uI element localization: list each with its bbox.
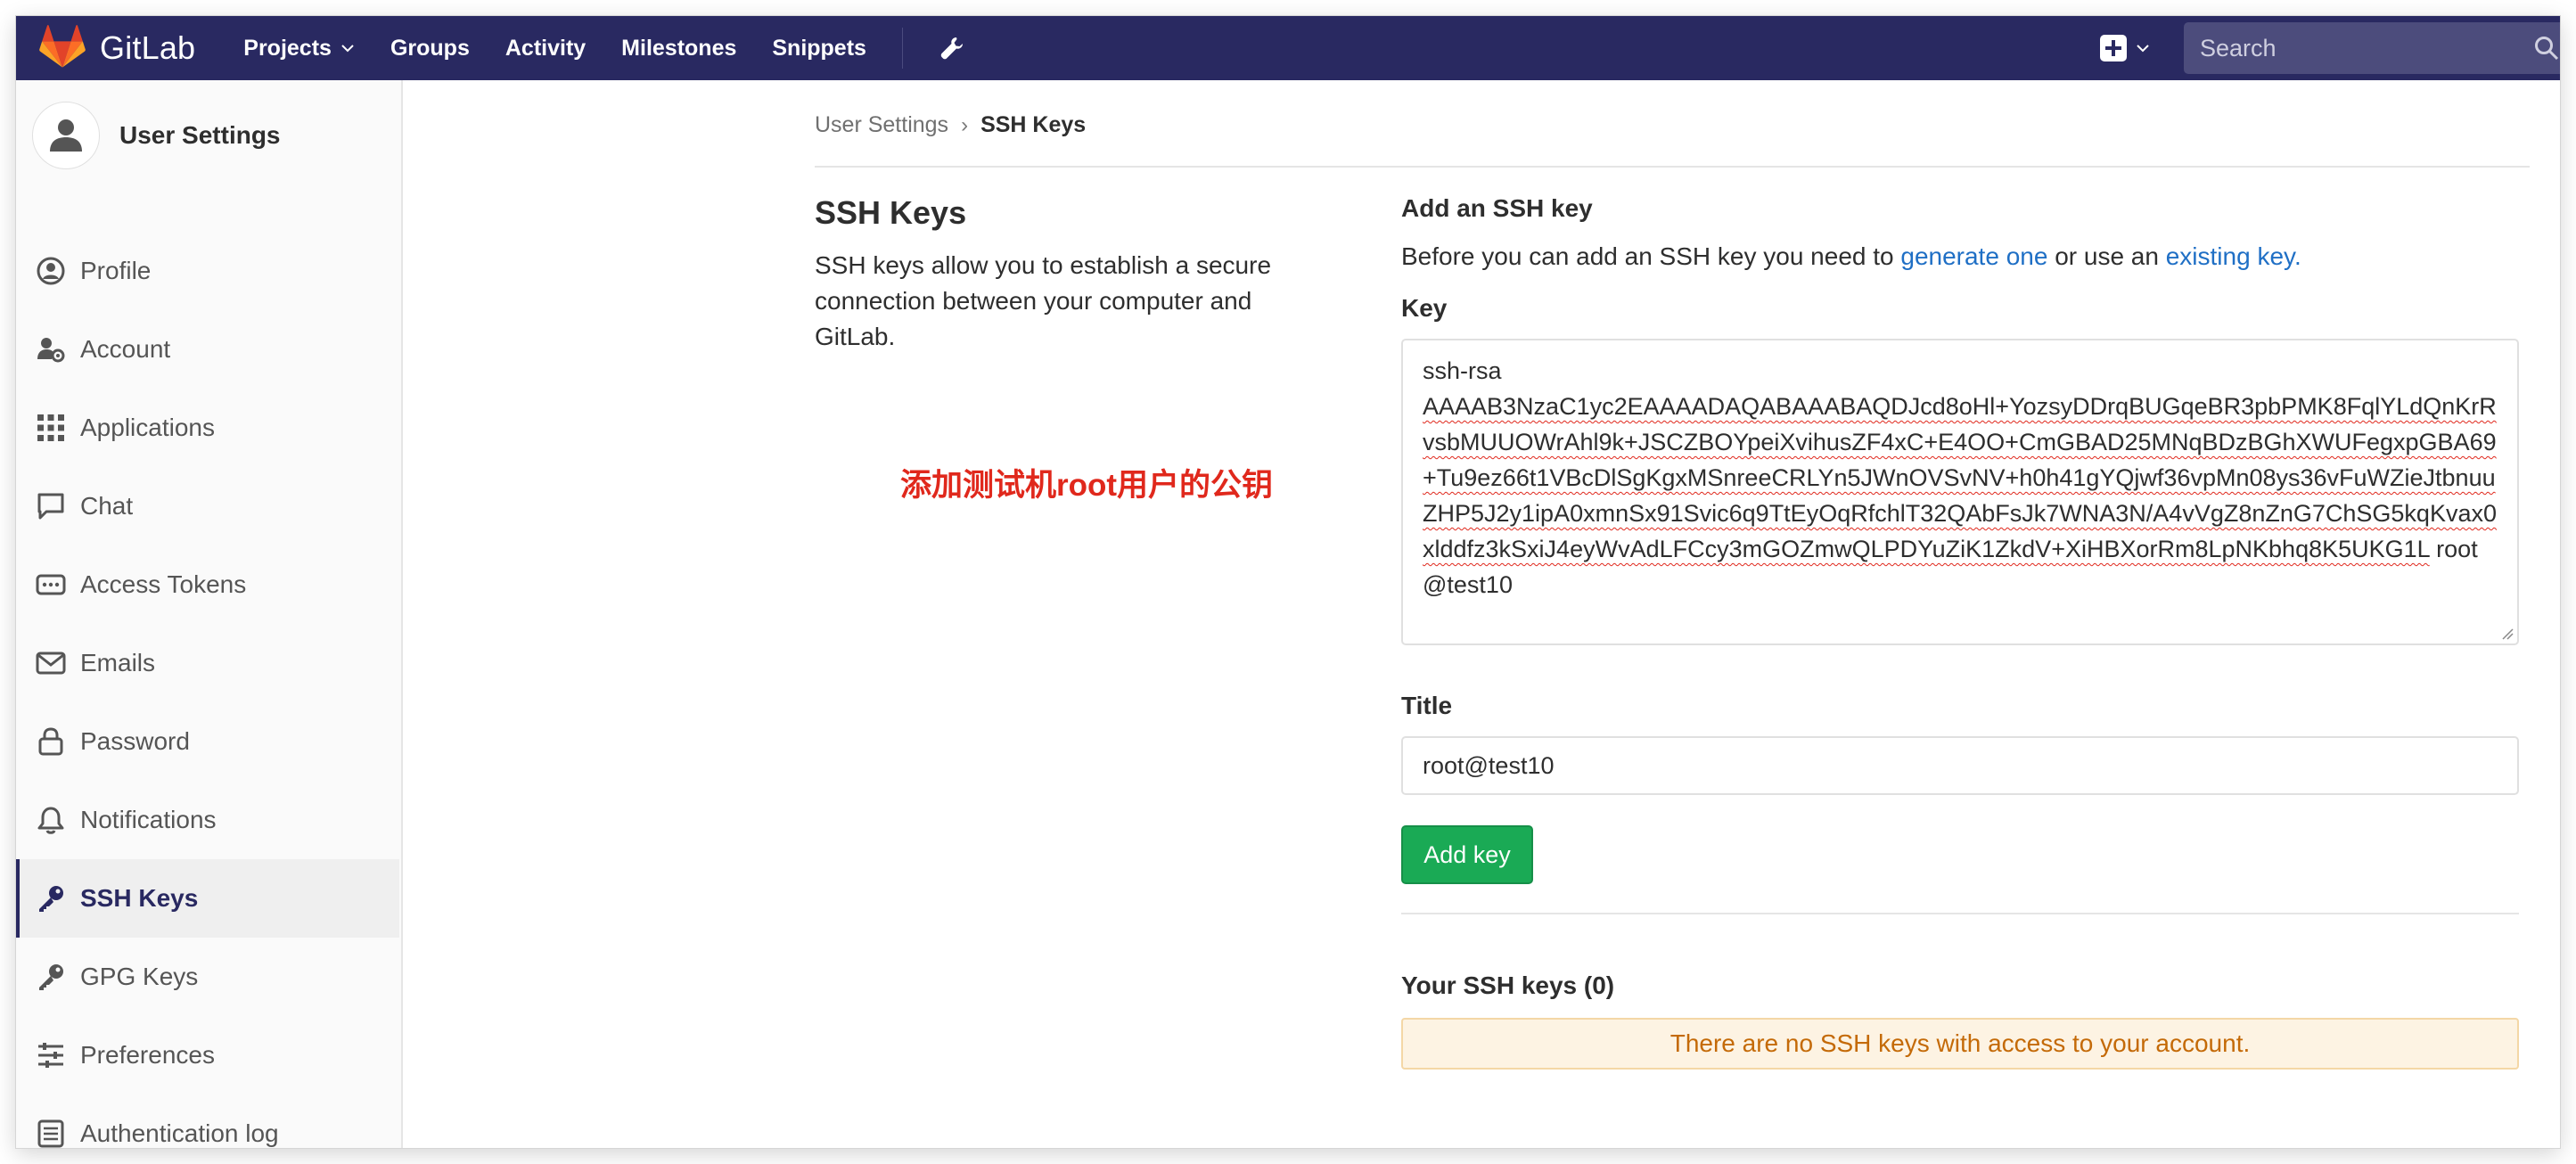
- sidebar-item-label: Preferences: [80, 1041, 215, 1069]
- navbar-right: Search: [2100, 16, 2560, 80]
- sidebar-item-label: Notifications: [80, 806, 217, 833]
- access-tokens-icon: [36, 574, 66, 595]
- sidebar-item-label: Access Tokens: [80, 570, 247, 598]
- breadcrumb-current[interactable]: SSH Keys: [980, 112, 1086, 138]
- search-input[interactable]: Search: [2184, 22, 2560, 74]
- plus-icon: [2100, 35, 2127, 61]
- sidebar-item-label: GPG Keys: [80, 963, 199, 990]
- sidebar-item-label: Account: [80, 335, 171, 363]
- avatar: [32, 102, 100, 169]
- browser-window: GitLab Projects Groups Activity Mileston…: [16, 16, 2560, 1148]
- key-textarea[interactable]: ssh-rsa AAAAB3NzaC1yc2EAAAADAQABAAABAQDJ…: [1401, 339, 2519, 645]
- nav-activity[interactable]: Activity: [505, 36, 586, 61]
- sidebar-item-label: Applications: [80, 414, 215, 441]
- add-ssh-key-heading: Add an SSH key: [1401, 194, 1593, 222]
- lock-icon: [38, 727, 63, 756]
- search-placeholder: Search: [2200, 34, 2277, 61]
- sidebar-item-applications[interactable]: Applications: [16, 389, 399, 467]
- desc-prefix: Before you can add an SSH key you need t…: [1401, 242, 1901, 270]
- profile-icon: [37, 257, 65, 285]
- chevron-down-icon: [341, 45, 354, 53]
- applications-icon: [37, 414, 64, 441]
- main-nav: Projects Groups Activity Milestones Snip…: [243, 28, 965, 69]
- sidebar-item-label: Password: [80, 727, 190, 755]
- desc-middle: or use an: [2047, 242, 2166, 270]
- key-body-text: AAAAB3NzaC1yc2EAAAADAQABAAABAQDJcd8oHl+Y…: [1423, 393, 2497, 562]
- key-icon: [39, 886, 63, 912]
- section-description: SSH keys allow you to establish a secure…: [815, 251, 1272, 350]
- bell-icon: [37, 807, 64, 834]
- nav-projects[interactable]: Projects: [243, 36, 355, 61]
- settings-sidebar: User Settings Profile Account Applicatio…: [16, 80, 403, 1148]
- title-field[interactable]: [1401, 736, 2519, 795]
- key-icon: [39, 964, 63, 990]
- sidebar-item-authentication-log[interactable]: Authentication log: [16, 1094, 399, 1148]
- sidebar-item-profile[interactable]: Profile: [16, 232, 399, 310]
- title-label: Title: [1401, 692, 1453, 719]
- add-ssh-key-description: Before you can add an SSH key you need t…: [1401, 242, 2301, 271]
- nav-divider: [901, 28, 903, 69]
- sidebar-item-notifications[interactable]: Notifications: [16, 781, 399, 859]
- section-divider: [1401, 913, 2519, 914]
- breadcrumb-separator-icon: ›: [961, 112, 969, 137]
- sidebar-item-emails[interactable]: Emails: [16, 624, 399, 702]
- breadcrumb: User Settings › SSH Keys: [815, 112, 1086, 138]
- chevron-down-icon: [2137, 45, 2149, 53]
- chat-icon: [37, 493, 64, 520]
- sidebar-item-access-tokens[interactable]: Access Tokens: [16, 545, 399, 624]
- user-avatar-icon: [50, 119, 82, 152]
- sidebar-item-password[interactable]: Password: [16, 702, 399, 781]
- sidebar-item-chat[interactable]: Chat: [16, 467, 399, 545]
- account-icon: [37, 338, 65, 363]
- your-ssh-keys-heading: Your SSH keys (0): [1401, 971, 1615, 999]
- sidebar-item-preferences[interactable]: Preferences: [16, 1016, 399, 1094]
- nav-snippets[interactable]: Snippets: [772, 36, 866, 61]
- annotation-text: 添加测试机root用户的公钥: [900, 468, 1274, 503]
- sidebar-item-label: Chat: [80, 492, 134, 520]
- sidebar-header[interactable]: User Settings: [32, 102, 281, 169]
- key-type-text: ssh-rsa: [1423, 357, 1502, 384]
- nav-milestones[interactable]: Milestones: [621, 36, 736, 61]
- envelope-icon: [36, 652, 66, 675]
- gitlab-logo-icon: [39, 25, 86, 68]
- top-navbar: GitLab Projects Groups Activity Mileston…: [16, 16, 2560, 80]
- sidebar-item-label: SSH Keys: [80, 884, 199, 912]
- nav-groups[interactable]: Groups: [390, 36, 470, 61]
- gitlab-home-link[interactable]: GitLab: [39, 25, 195, 71]
- header-divider: [815, 166, 2530, 168]
- sidebar-item-account[interactable]: Account: [16, 310, 399, 389]
- empty-state-alert: There are no SSH keys with access to you…: [1401, 1018, 2519, 1070]
- sidebar-item-label: Emails: [80, 649, 156, 676]
- log-icon: [37, 1119, 64, 1148]
- new-item-dropdown[interactable]: [2100, 35, 2150, 61]
- nav-projects-label: Projects: [243, 35, 332, 61]
- sidebar-title: User Settings: [119, 121, 281, 149]
- search-icon: [2535, 37, 2559, 61]
- sidebar-item-gpg-keys[interactable]: GPG Keys: [16, 938, 399, 1016]
- sidebar-item-label: Authentication log: [80, 1119, 279, 1147]
- generate-one-link[interactable]: generate one: [1900, 242, 2047, 270]
- existing-key-link[interactable]: existing key.: [2166, 242, 2301, 270]
- page-title: SSH Keys: [815, 194, 967, 231]
- admin-wrench-icon[interactable]: [939, 35, 965, 61]
- breadcrumb-user-settings[interactable]: User Settings: [815, 112, 948, 138]
- brand-name: GitLab: [100, 29, 196, 66]
- key-label: Key: [1401, 294, 1448, 322]
- add-key-button[interactable]: Add key: [1401, 825, 1533, 884]
- sidebar-item-ssh-keys[interactable]: SSH Keys: [16, 859, 399, 938]
- sidebar-item-label: Profile: [80, 257, 152, 284]
- resize-handle-icon[interactable]: [2501, 627, 2514, 640]
- preferences-icon: [38, 1043, 63, 1068]
